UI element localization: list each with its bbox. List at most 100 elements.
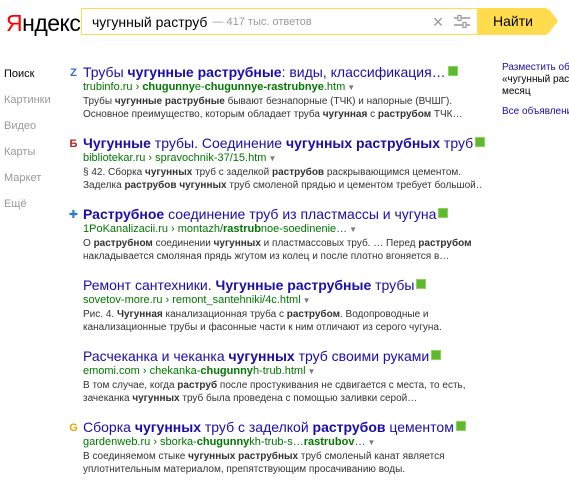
green-badge-icon (416, 279, 427, 289)
snippet-part: канализационные трубы и фасонные части к… (83, 322, 442, 333)
result-title-part: труб (440, 135, 474, 151)
result-url-part: sovetov-more.ru › remont_santehniki/4c.h… (83, 294, 301, 306)
result-title-link[interactable]: Ремонт сантехники. Чугунные раструбные т… (83, 277, 427, 293)
result-title-part: Чугунные (83, 135, 151, 151)
result-url-part: gardenweb.ru › sborka- (83, 436, 197, 448)
result-url-part: chugunnye-rastrubnye (204, 81, 324, 93)
green-badge-icon (475, 137, 486, 147)
result-url-link[interactable]: gardenweb.ru › sborka-chugunnykh-trub-s…… (83, 436, 375, 449)
result-snippet: Трубы чугунные раструбные бывают безнапо… (83, 95, 483, 121)
url-menu-chevron-icon[interactable]: ▼ (367, 438, 375, 447)
result-url-part: … (354, 436, 366, 448)
result-title-part: : виды, классификация… (281, 64, 446, 80)
result-title-part: Раструбное (83, 206, 165, 222)
snippet-part: Чугунная (116, 309, 163, 320)
ad-promo-query: «чугунный раст (502, 74, 569, 85)
url-menu-chevron-icon[interactable]: ▼ (349, 225, 357, 234)
yandex-logo[interactable]: Яндекс (6, 10, 81, 37)
result-title-part: цементом (385, 419, 454, 435)
result-url-part: chugunny (196, 436, 250, 448)
result-title-link[interactable]: Расчеканка и чеканка чугунных труб своим… (83, 348, 442, 364)
ad-promo-link[interactable]: Разместить объ (502, 62, 569, 73)
result-snippet: Рис. 4. Чугунная канализационная труба с… (83, 308, 483, 334)
search-input[interactable]: чугунный раструб — 417 тыс. ответов × (81, 8, 478, 35)
snippet-part: раструбов (271, 167, 325, 178)
snippet-part: чугунная (322, 109, 368, 120)
site-favicon-icon: G (69, 422, 78, 434)
result-url-link[interactable]: trubinfo.ru › chugunnye-chugunnye-rastru… (83, 81, 355, 94)
ad-promo-line[interactable]: Разместить объ (502, 62, 569, 74)
snippet-line: В соединяемом стыке чугунных раструбных … (83, 450, 483, 463)
ads-column: Разместить объ «чугунный раст месяц Все … (502, 62, 569, 117)
site-favicon-icon: Z (70, 67, 77, 79)
result-title-link[interactable]: Сборка чугунных труб с заделкой раструбо… (83, 419, 466, 435)
result-url-link[interactable]: bibliotekar.ru › spravochnik-37/15.htm ▼ (83, 152, 276, 165)
all-ads-link[interactable]: Все объявлени (502, 106, 569, 117)
snippet-part: раструбом (377, 109, 432, 120)
snippet-part: Заделка (83, 180, 125, 191)
result-url-part: chugunny (142, 81, 195, 93)
nav-item-market[interactable]: Маркет (4, 172, 51, 198)
snippet-part: зачеканка (83, 393, 133, 404)
snippet-line: О раструбном соединении чугунных и пласт… (83, 237, 483, 250)
result-snippet: О раструбном соединении чугунных и пласт… (83, 237, 483, 263)
search-button[interactable]: Найти (478, 8, 558, 35)
result-url-part: rastrubov (303, 436, 355, 448)
snippet-line: В том случае, когда раструб после просту… (83, 379, 483, 392)
nav-item-search[interactable]: Поиск (4, 68, 51, 94)
snippet-part: ТЧК… (431, 109, 463, 120)
nav-item-maps[interactable]: Карты (4, 146, 51, 172)
snippet-part: труб была проведена с помощью заливки се… (179, 393, 418, 404)
snippet-part: раструбом (418, 238, 472, 249)
snippet-part: соединении (152, 238, 214, 249)
result-url-part: h-trub.html (252, 365, 306, 377)
snippet-part: накладывается смоляная прядь жгутом из к… (83, 251, 450, 262)
site-favicon-icon (67, 280, 80, 293)
result-url-link[interactable]: 1PoKanalizacii.ru › montazh/rastrubnoe-s… (83, 223, 357, 236)
snippet-part: В том случае, когда (83, 380, 178, 391)
clear-icon[interactable]: × (429, 13, 447, 31)
snippet-part: чугунные раструбные (114, 96, 225, 107)
search-result-count: — 417 тыс. ответов (212, 15, 312, 28)
snippet-part: труб смоленой прядью и цементом требует … (226, 180, 483, 191)
result-url-part: trubinfo.ru › (83, 81, 143, 93)
search-results: Z Трубы чугунные раструбные: виды, класси… (67, 64, 487, 490)
logo-rest: ндекс (22, 10, 81, 36)
result-title-part: раструбов (312, 419, 386, 435)
snippet-part: Трубы (83, 96, 115, 107)
url-menu-chevron-icon[interactable]: ▼ (268, 154, 276, 163)
filter-settings-icon[interactable] (453, 14, 471, 30)
search-result: Z Трубы чугунные раструбные: виды, класси… (67, 64, 487, 135)
snippet-part: чугунных (132, 393, 180, 404)
snippet-part: Основное преимущество, которым обладает … (83, 109, 323, 120)
nav-item-images[interactable]: Картинки (4, 94, 51, 120)
nav-item-more[interactable]: Ещё (4, 198, 51, 224)
snippet-part: . Водопроводные и (339, 309, 429, 320)
result-title-part: чугунные раструбные (127, 64, 282, 80)
result-title-link[interactable]: Раструбное соединение труб из пластмассы… (83, 206, 449, 222)
result-url-link[interactable]: sovetov-more.ru › remont_santehniki/4c.h… (83, 294, 311, 307)
snippet-line: Рис. 4. Чугунная канализационная труба с… (83, 308, 483, 321)
snippet-part: раструбов чугунных (124, 180, 227, 191)
result-url-link[interactable]: emomi.com › chekanka-chugunnyh-trub.html… (83, 365, 315, 378)
snippet-part: уплотнительным материалом, препятствующи… (83, 464, 406, 475)
snippet-part: труб смоленый канат является (298, 451, 445, 462)
result-title-part: Сборка (83, 419, 135, 435)
result-title-part: трубы (371, 277, 415, 293)
snippet-part: О (83, 238, 94, 249)
green-badge-icon (431, 350, 442, 360)
url-menu-chevron-icon[interactable]: ▼ (303, 296, 311, 305)
result-title-link[interactable]: Чугунные трубы. Соединение чугунных раст… (83, 135, 486, 151)
url-menu-chevron-icon[interactable]: ▼ (308, 367, 316, 376)
url-menu-chevron-icon[interactable]: ▼ (347, 83, 355, 92)
result-title-part: труб своими руками (294, 348, 430, 364)
nav-item-video[interactable]: Видео (4, 120, 51, 146)
result-title-link[interactable]: Трубы чугунные раструбные: виды, классиф… (83, 64, 458, 80)
result-url-part: kh-trub-s… (249, 436, 304, 448)
result-snippet: § 42. Сборка чугунных труб с заделкой ра… (83, 166, 483, 192)
ad-promo-period: месяц (502, 86, 531, 97)
snippet-line: зачеканка чугунных труб была проведена с… (83, 392, 483, 405)
result-snippet: В соединяемом стыке чугунных раструбных … (83, 450, 483, 476)
result-url-part: bibliotekar.ru › spravochnik-37/15.htm (83, 152, 267, 164)
snippet-part: раскрывающимся цементом. (324, 167, 462, 178)
